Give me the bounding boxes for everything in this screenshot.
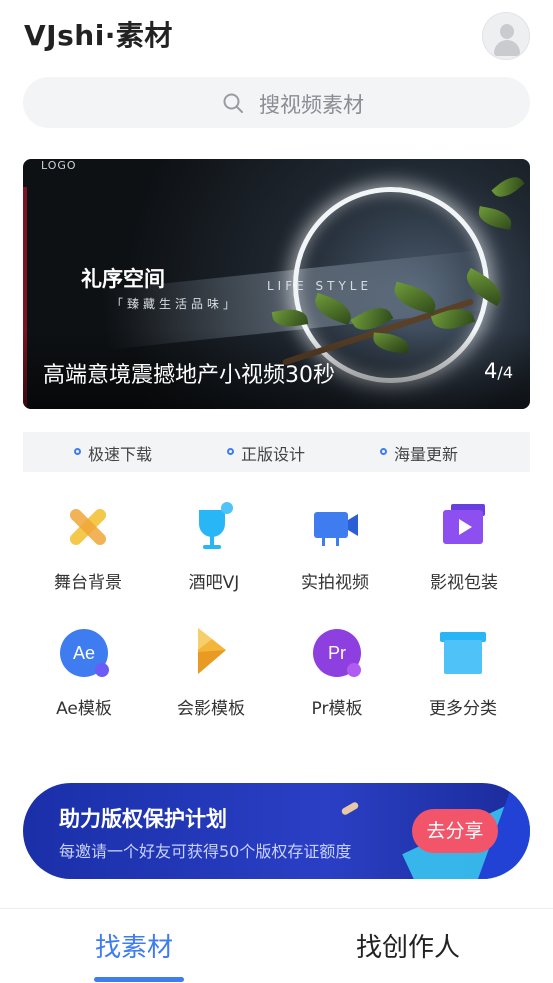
- ae-icon-text: Ae: [73, 643, 95, 663]
- banner-headline: 礼序空间: [81, 267, 165, 291]
- category-film-package[interactable]: 影视包装: [409, 502, 519, 602]
- share-button[interactable]: 去分享: [412, 809, 498, 853]
- category-bar-vj[interactable]: 酒吧VJ: [159, 502, 269, 602]
- category-live-video[interactable]: 实拍视频: [280, 502, 390, 602]
- camera-icon: [314, 512, 358, 546]
- bullet-dot: [227, 448, 234, 455]
- feature-label: 海量更新: [394, 445, 459, 464]
- film-package-icon: [443, 504, 485, 544]
- active-tab-indicator: [94, 977, 184, 982]
- banner-logo-text: LOGO: [41, 159, 77, 172]
- tab-find-material[interactable]: 找素材: [95, 927, 173, 964]
- promo-banner[interactable]: LOGO 礼序空间 「臻藏生活品味」 LIFE STYLE 高端意境震撼地产小视…: [23, 159, 530, 409]
- app-header: VJshi·素材: [0, 0, 553, 70]
- category-label: Ae模板: [56, 699, 112, 719]
- cocktail-icon: [199, 502, 233, 549]
- stage-icon: [69, 508, 107, 546]
- banner-caption: 高端意境震撼地产小视频30秒: [43, 363, 335, 388]
- bullet-dot: [380, 448, 387, 455]
- app-title: VJshi·素材: [24, 19, 173, 52]
- banner-counter-total: /4: [497, 363, 513, 382]
- search-bar[interactable]: 搜视频素材: [23, 77, 530, 128]
- category-corel-template[interactable]: 会影模板: [156, 628, 266, 728]
- pr-icon: Pr: [313, 629, 361, 677]
- banner-counter-current: 4: [484, 359, 498, 383]
- banner-subtitle-en: LIFE STYLE: [267, 279, 373, 293]
- pr-icon-text: Pr: [328, 643, 346, 663]
- banner-leaf: [491, 171, 525, 203]
- copyright-promo-banner[interactable]: 助力版权保护计划 每邀请一个好友可获得50个版权存证额度 去分享: [23, 783, 530, 879]
- feature-strip: 极速下载 正版设计 海量更新: [23, 432, 530, 472]
- category-pr-template[interactable]: Pr Pr模板: [282, 628, 392, 728]
- promo-subtitle: 每邀请一个好友可获得50个版权存证额度: [59, 842, 352, 861]
- category-label: 影视包装: [430, 573, 498, 593]
- category-label: Pr模板: [311, 699, 363, 719]
- banner-leaf: [476, 206, 514, 230]
- search-icon: [223, 93, 243, 113]
- category-stage[interactable]: 舞台背景: [33, 502, 143, 602]
- feature-label: 正版设计: [241, 445, 306, 464]
- box-icon: [440, 632, 486, 674]
- avatar[interactable]: [482, 12, 530, 60]
- feature-item: 正版设计: [227, 441, 306, 465]
- corel-icon: [198, 628, 226, 674]
- category-more[interactable]: 更多分类: [408, 628, 518, 728]
- avatar-body-shape: [494, 40, 520, 56]
- avatar-head-shape: [500, 24, 514, 39]
- feature-label: 极速下载: [88, 445, 153, 464]
- feature-item: 海量更新: [380, 441, 459, 465]
- category-ae-template[interactable]: Ae Ae模板: [29, 628, 139, 728]
- category-label: 酒吧VJ: [188, 573, 240, 593]
- category-label: 舞台背景: [54, 573, 122, 593]
- category-label: 实拍视频: [301, 573, 369, 593]
- promo-pill-decoration: [340, 800, 360, 817]
- category-label: 更多分类: [429, 699, 497, 719]
- bottom-tab-bar: 找素材 找创作人: [0, 908, 553, 983]
- promo-title: 助力版权保护计划: [59, 807, 227, 831]
- search-placeholder: 搜视频素材: [259, 93, 364, 117]
- ae-icon: Ae: [60, 629, 109, 677]
- category-label: 会影模板: [177, 699, 245, 719]
- bullet-dot: [74, 448, 81, 455]
- tab-find-creator[interactable]: 找创作人: [356, 927, 460, 964]
- banner-page-counter: 4/4: [484, 359, 513, 383]
- banner-subtitle-cn: 「臻藏生活品味」: [111, 297, 240, 311]
- feature-item: 极速下载: [74, 441, 153, 465]
